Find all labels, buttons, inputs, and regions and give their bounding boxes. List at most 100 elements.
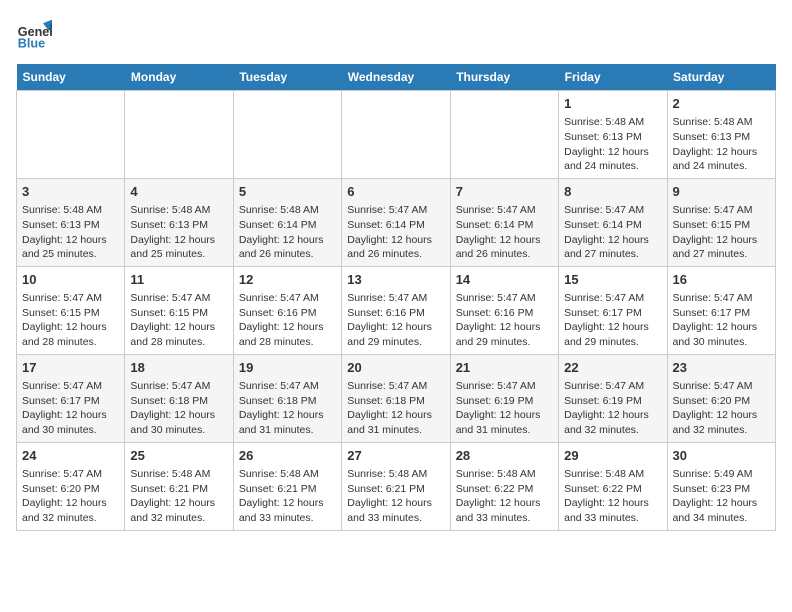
cell-content: Sunrise: 5:48 AM [239,203,336,218]
calendar-cell: 28Sunrise: 5:48 AMSunset: 6:22 PMDayligh… [450,442,558,530]
cell-content: Sunrise: 5:47 AM [22,467,119,482]
cell-content: Sunset: 6:14 PM [564,218,661,233]
cell-content: Sunset: 6:21 PM [239,482,336,497]
calendar-cell: 29Sunrise: 5:48 AMSunset: 6:22 PMDayligh… [559,442,667,530]
day-number: 4 [130,183,227,201]
cell-content: Sunset: 6:16 PM [239,306,336,321]
day-number: 24 [22,447,119,465]
calendar-cell: 5 Sunrise: 5:48 AMSunset: 6:14 PMDaylight… [233,178,341,266]
day-number: 15 [564,271,661,289]
cell-content: Sunset: 6:22 PM [456,482,553,497]
calendar-cell: 24Sunrise: 5:47 AMSunset: 6:20 PMDayligh… [17,442,125,530]
cell-content: Sunrise: 5:48 AM [239,467,336,482]
cell-content: Sunrise: 5:47 AM [673,291,770,306]
calendar-cell: 2Sunrise: 5:48 AMSunset: 6:13 PMDaylight… [667,91,775,179]
day-number: 7 [456,183,553,201]
day-number: 16 [673,271,770,289]
cell-content: Sunrise: 5:47 AM [456,291,553,306]
calendar-cell: 3Sunrise: 5:48 AMSunset: 6:13 PMDaylight… [17,178,125,266]
calendar-cell [450,91,558,179]
cell-content: Daylight: 12 hours and 30 minutes. [673,320,770,349]
cell-content: Daylight: 12 hours and 25 minutes. [130,233,227,262]
header-wednesday: Wednesday [342,64,450,91]
cell-content: Sunset: 6:19 PM [456,394,553,409]
day-number: 20 [347,359,444,377]
cell-content: Sunset: 6:17 PM [673,306,770,321]
cell-content: Sunset: 6:13 PM [673,130,770,145]
calendar-cell: 6Sunrise: 5:47 AMSunset: 6:14 PMDaylight… [342,178,450,266]
cell-content: Sunrise: 5:47 AM [347,203,444,218]
calendar-cell: 23Sunrise: 5:47 AMSunset: 6:20 PMDayligh… [667,354,775,442]
cell-content: Daylight: 12 hours and 32 minutes. [673,408,770,437]
cell-content: Sunrise: 5:48 AM [130,203,227,218]
calendar-cell [233,91,341,179]
day-number: 14 [456,271,553,289]
cell-content: Sunrise: 5:47 AM [239,379,336,394]
day-number: 8 [564,183,661,201]
cell-content: Sunrise: 5:48 AM [22,203,119,218]
cell-content: Daylight: 12 hours and 28 minutes. [239,320,336,349]
day-number: 28 [456,447,553,465]
cell-content: Sunrise: 5:48 AM [673,115,770,130]
day-number: 29 [564,447,661,465]
header-saturday: Saturday [667,64,775,91]
cell-content: Sunrise: 5:47 AM [456,203,553,218]
cell-content: Sunset: 6:14 PM [456,218,553,233]
cell-content: Daylight: 12 hours and 26 minutes. [239,233,336,262]
cell-content: Sunset: 6:21 PM [347,482,444,497]
cell-content: Sunrise: 5:47 AM [347,379,444,394]
calendar-cell: 12Sunrise: 5:47 AMSunset: 6:16 PMDayligh… [233,266,341,354]
calendar-cell: 7 Sunrise: 5:47 AMSunset: 6:14 PMDaylight… [450,178,558,266]
cell-content: Daylight: 12 hours and 27 minutes. [564,233,661,262]
calendar-cell: 1Sunrise: 5:48 AMSunset: 6:13 PMDaylight… [559,91,667,179]
cell-content: Sunset: 6:13 PM [130,218,227,233]
cell-content: Sunset: 6:20 PM [22,482,119,497]
calendar-cell: 25Sunrise: 5:48 AMSunset: 6:21 PMDayligh… [125,442,233,530]
calendar-cell: 22Sunrise: 5:47 AMSunset: 6:19 PMDayligh… [559,354,667,442]
cell-content: Sunrise: 5:47 AM [673,203,770,218]
cell-content: Sunrise: 5:47 AM [22,291,119,306]
logo: General Blue [16,16,56,52]
cell-content: Daylight: 12 hours and 26 minutes. [456,233,553,262]
calendar-cell: 10Sunrise: 5:47 AMSunset: 6:15 PMDayligh… [17,266,125,354]
calendar-cell [125,91,233,179]
day-number: 21 [456,359,553,377]
cell-content: Sunrise: 5:48 AM [456,467,553,482]
cell-content: Sunrise: 5:47 AM [22,379,119,394]
cell-content: Daylight: 12 hours and 34 minutes. [673,496,770,525]
calendar-table: SundayMondayTuesdayWednesdayThursdayFrid… [16,64,776,531]
calendar-cell [17,91,125,179]
cell-content: Sunset: 6:16 PM [347,306,444,321]
day-number: 5 [239,183,336,201]
cell-content: Sunset: 6:19 PM [564,394,661,409]
cell-content: Sunrise: 5:47 AM [564,203,661,218]
day-number: 19 [239,359,336,377]
calendar-cell: 9Sunrise: 5:47 AMSunset: 6:15 PMDaylight… [667,178,775,266]
cell-content: Sunset: 6:13 PM [564,130,661,145]
calendar-cell: 16 Sunrise: 5:47 AMSunset: 6:17 PMDayligh… [667,266,775,354]
cell-content: Sunrise: 5:47 AM [564,379,661,394]
day-number: 9 [673,183,770,201]
day-number: 18 [130,359,227,377]
cell-content: Daylight: 12 hours and 31 minutes. [239,408,336,437]
cell-content: Sunrise: 5:47 AM [564,291,661,306]
cell-content: Sunrise: 5:47 AM [130,291,227,306]
day-number: 25 [130,447,227,465]
calendar-cell: 19 Sunrise: 5:47 AMSunset: 6:18 PMDayligh… [233,354,341,442]
cell-content: Sunrise: 5:49 AM [673,467,770,482]
calendar-cell: 14Sunrise: 5:47 AMSunset: 6:16 PMDayligh… [450,266,558,354]
day-number: 13 [347,271,444,289]
cell-content: Sunset: 6:14 PM [239,218,336,233]
day-number: 11 [130,271,227,289]
cell-content: Daylight: 12 hours and 26 minutes. [347,233,444,262]
calendar-cell: 15Sunrise: 5:47 AMSunset: 6:17 PMDayligh… [559,266,667,354]
cell-content: Sunset: 6:14 PM [347,218,444,233]
cell-content: Daylight: 12 hours and 32 minutes. [564,408,661,437]
day-number: 1 [564,95,661,113]
cell-content: Sunrise: 5:47 AM [347,291,444,306]
cell-content: Daylight: 12 hours and 29 minutes. [347,320,444,349]
calendar-cell: 8 Sunrise: 5:47 AMSunset: 6:14 PMDaylight… [559,178,667,266]
cell-content: Daylight: 12 hours and 29 minutes. [456,320,553,349]
calendar-cell: 21Sunrise: 5:47 AMSunset: 6:19 PMDayligh… [450,354,558,442]
cell-content: Sunset: 6:18 PM [239,394,336,409]
